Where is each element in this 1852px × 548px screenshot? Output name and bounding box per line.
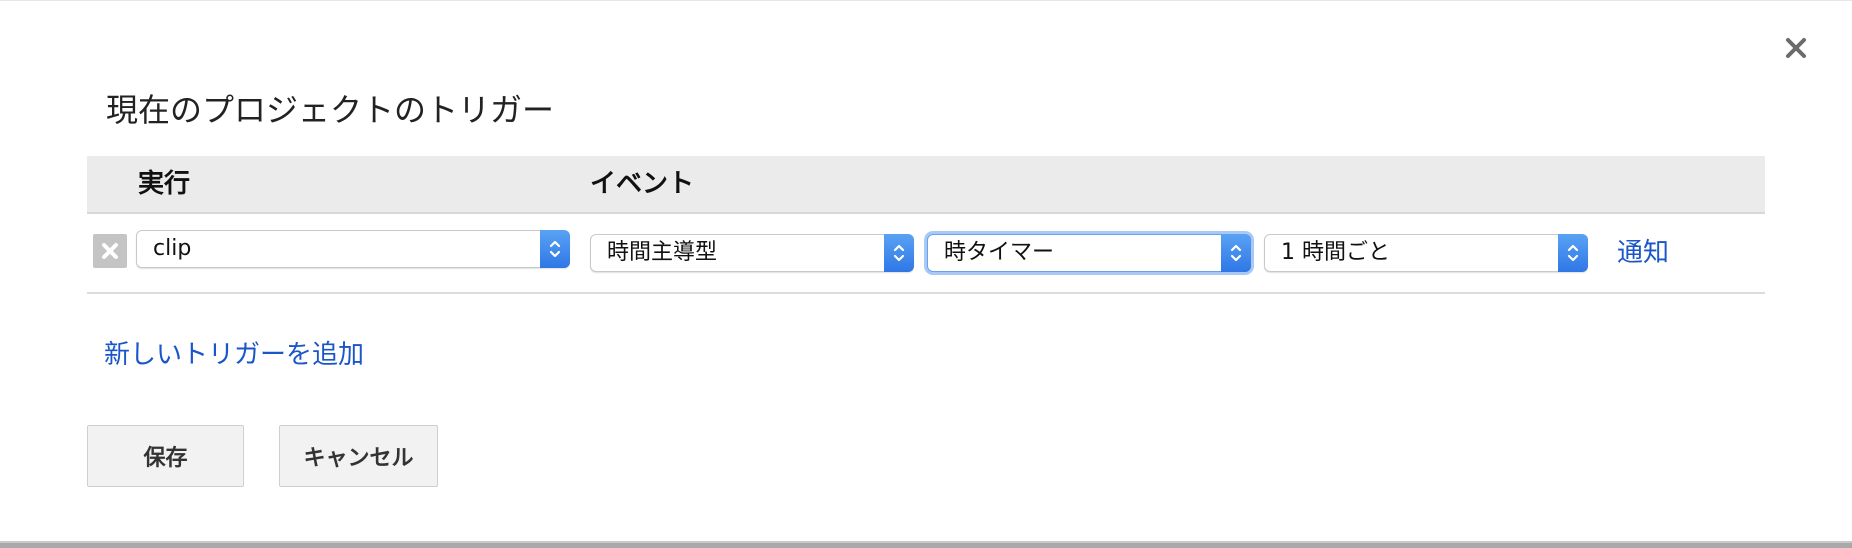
interval-select[interactable]: 1 時間ごと (1264, 234, 1588, 272)
timer-type-value: 時タイマー (944, 240, 1055, 265)
top-divider (0, 0, 1852, 1)
function-select[interactable]: clip (136, 230, 570, 268)
dialog-title: 現在のプロジェクトのトリガー (106, 91, 555, 129)
timer-type-select[interactable]: 時タイマー (927, 234, 1251, 272)
table-header: 実行 イベント (87, 156, 1765, 214)
select-updown-icon (1221, 234, 1251, 272)
delete-x-icon (102, 243, 118, 259)
close-button[interactable] (1778, 30, 1814, 66)
cancel-button[interactable]: キャンセル (279, 425, 438, 487)
notify-link[interactable]: 通知 (1617, 236, 1669, 270)
bottom-divider (0, 541, 1852, 548)
event-source-value: 時間主導型 (607, 240, 718, 265)
select-updown-icon (1558, 234, 1588, 272)
add-trigger-link[interactable]: 新しいトリガーを追加 (104, 338, 364, 372)
close-icon (1786, 38, 1806, 58)
interval-value: 1 時間ごと (1281, 240, 1390, 265)
trigger-row: clip 時間主導型 時タイマー 1 時間ごと 通知 (87, 214, 1765, 294)
delete-trigger-button[interactable] (93, 234, 127, 268)
select-updown-icon (884, 234, 914, 272)
event-source-select[interactable]: 時間主導型 (590, 234, 914, 272)
function-select-value: clip (153, 236, 192, 261)
column-header-event: イベント (590, 169, 695, 199)
save-button[interactable]: 保存 (87, 425, 244, 487)
column-header-run: 実行 (138, 169, 191, 199)
select-updown-icon (540, 230, 570, 268)
